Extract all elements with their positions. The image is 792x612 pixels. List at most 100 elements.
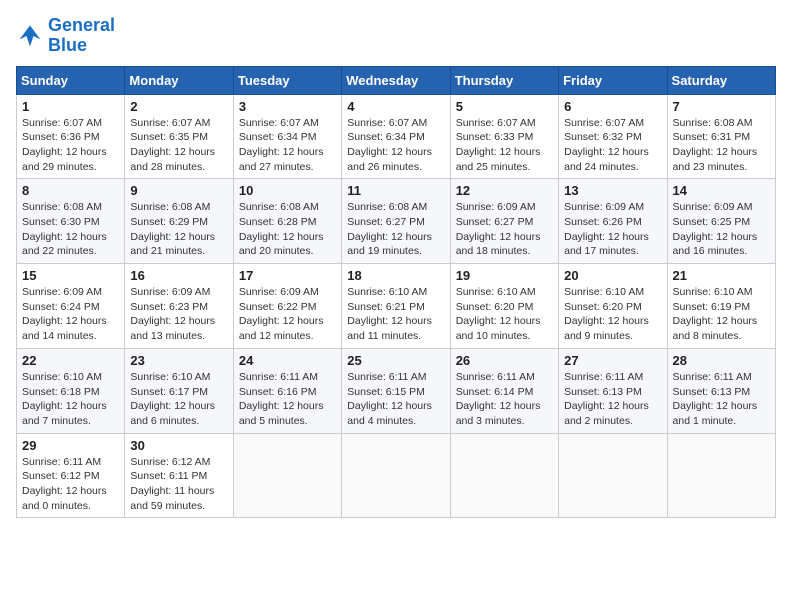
day-number: 13	[564, 183, 661, 198]
calendar-cell: 17 Sunrise: 6:09 AM Sunset: 6:22 PM Dayli…	[233, 264, 341, 349]
page-header: General Blue	[16, 16, 776, 56]
calendar-cell: 15Sunrise: 6:09 AM Sunset: 6:24 PM Dayli…	[17, 264, 125, 349]
day-info: Sunrise: 6:10 AM Sunset: 6:21 PM Dayligh…	[347, 285, 444, 344]
logo: General Blue	[16, 16, 115, 56]
day-info: Sunrise: 6:07 AM Sunset: 6:32 PM Dayligh…	[564, 116, 661, 175]
day-number: 30	[130, 438, 227, 453]
calendar-cell: 7 Sunrise: 6:08 AM Sunset: 6:31 PM Daylig…	[667, 94, 775, 179]
calendar-weekday-sunday: Sunday	[17, 66, 125, 94]
calendar-cell: 27 Sunrise: 6:11 AM Sunset: 6:13 PM Dayli…	[559, 348, 667, 433]
day-info: Sunrise: 6:11 AM Sunset: 6:12 PM Dayligh…	[22, 455, 119, 514]
day-number: 1	[22, 99, 119, 114]
calendar-weekday-wednesday: Wednesday	[342, 66, 450, 94]
day-info: Sunrise: 6:10 AM Sunset: 6:20 PM Dayligh…	[456, 285, 553, 344]
calendar-week-row: 1Sunrise: 6:07 AM Sunset: 6:36 PM Daylig…	[17, 94, 776, 179]
day-number: 17	[239, 268, 336, 283]
day-info: Sunrise: 6:09 AM Sunset: 6:25 PM Dayligh…	[673, 200, 770, 259]
day-info: Sunrise: 6:11 AM Sunset: 6:13 PM Dayligh…	[673, 370, 770, 429]
calendar-week-row: 15Sunrise: 6:09 AM Sunset: 6:24 PM Dayli…	[17, 264, 776, 349]
calendar-cell: 16 Sunrise: 6:09 AM Sunset: 6:23 PM Dayli…	[125, 264, 233, 349]
calendar-cell: 5 Sunrise: 6:07 AM Sunset: 6:33 PM Daylig…	[450, 94, 558, 179]
calendar-cell: 22 Sunrise: 6:10 AM Sunset: 6:18 PM Dayli…	[17, 348, 125, 433]
day-number: 12	[456, 183, 553, 198]
day-number: 8	[22, 183, 119, 198]
day-info: Sunrise: 6:11 AM Sunset: 6:13 PM Dayligh…	[564, 370, 661, 429]
calendar-cell: 1Sunrise: 6:07 AM Sunset: 6:36 PM Daylig…	[17, 94, 125, 179]
calendar-weekday-saturday: Saturday	[667, 66, 775, 94]
calendar-cell: 30 Sunrise: 6:12 AM Sunset: 6:11 PM Dayli…	[125, 433, 233, 518]
calendar-cell: 20 Sunrise: 6:10 AM Sunset: 6:20 PM Dayli…	[559, 264, 667, 349]
calendar-weekday-friday: Friday	[559, 66, 667, 94]
day-info: Sunrise: 6:09 AM Sunset: 6:24 PM Dayligh…	[22, 285, 119, 344]
calendar-cell: 9 Sunrise: 6:08 AM Sunset: 6:29 PM Daylig…	[125, 179, 233, 264]
day-number: 16	[130, 268, 227, 283]
calendar-cell: 23Sunrise: 6:10 AM Sunset: 6:17 PM Dayli…	[125, 348, 233, 433]
day-number: 9	[130, 183, 227, 198]
day-info: Sunrise: 6:08 AM Sunset: 6:28 PM Dayligh…	[239, 200, 336, 259]
day-number: 24	[239, 353, 336, 368]
logo-icon	[16, 22, 44, 50]
calendar-cell: 26 Sunrise: 6:11 AM Sunset: 6:14 PM Dayli…	[450, 348, 558, 433]
calendar-cell: 13 Sunrise: 6:09 AM Sunset: 6:26 PM Dayli…	[559, 179, 667, 264]
calendar-cell: 29Sunrise: 6:11 AM Sunset: 6:12 PM Dayli…	[17, 433, 125, 518]
day-number: 18	[347, 268, 444, 283]
day-info: Sunrise: 6:09 AM Sunset: 6:23 PM Dayligh…	[130, 285, 227, 344]
calendar-cell: 19 Sunrise: 6:10 AM Sunset: 6:20 PM Dayli…	[450, 264, 558, 349]
day-number: 5	[456, 99, 553, 114]
day-info: Sunrise: 6:07 AM Sunset: 6:34 PM Dayligh…	[347, 116, 444, 175]
day-number: 27	[564, 353, 661, 368]
calendar-cell: 11 Sunrise: 6:08 AM Sunset: 6:27 PM Dayli…	[342, 179, 450, 264]
day-number: 2	[130, 99, 227, 114]
calendar-cell: 6 Sunrise: 6:07 AM Sunset: 6:32 PM Daylig…	[559, 94, 667, 179]
day-number: 28	[673, 353, 770, 368]
calendar-cell	[233, 433, 341, 518]
calendar-table: SundayMondayTuesdayWednesdayThursdayFrid…	[16, 66, 776, 519]
calendar-cell: 2 Sunrise: 6:07 AM Sunset: 6:35 PM Daylig…	[125, 94, 233, 179]
day-info: Sunrise: 6:10 AM Sunset: 6:20 PM Dayligh…	[564, 285, 661, 344]
day-number: 21	[673, 268, 770, 283]
day-number: 19	[456, 268, 553, 283]
day-info: Sunrise: 6:08 AM Sunset: 6:27 PM Dayligh…	[347, 200, 444, 259]
calendar-weekday-thursday: Thursday	[450, 66, 558, 94]
day-info: Sunrise: 6:11 AM Sunset: 6:15 PM Dayligh…	[347, 370, 444, 429]
calendar-header-row: SundayMondayTuesdayWednesdayThursdayFrid…	[17, 66, 776, 94]
calendar-cell	[342, 433, 450, 518]
day-info: Sunrise: 6:10 AM Sunset: 6:17 PM Dayligh…	[130, 370, 227, 429]
calendar-week-row: 22 Sunrise: 6:10 AM Sunset: 6:18 PM Dayli…	[17, 348, 776, 433]
calendar-cell: 28 Sunrise: 6:11 AM Sunset: 6:13 PM Dayli…	[667, 348, 775, 433]
calendar-cell: 24 Sunrise: 6:11 AM Sunset: 6:16 PM Dayli…	[233, 348, 341, 433]
day-info: Sunrise: 6:07 AM Sunset: 6:35 PM Dayligh…	[130, 116, 227, 175]
calendar-body: 1Sunrise: 6:07 AM Sunset: 6:36 PM Daylig…	[17, 94, 776, 518]
calendar-cell: 3 Sunrise: 6:07 AM Sunset: 6:34 PM Daylig…	[233, 94, 341, 179]
day-info: Sunrise: 6:10 AM Sunset: 6:18 PM Dayligh…	[22, 370, 119, 429]
day-number: 26	[456, 353, 553, 368]
calendar-cell: 10 Sunrise: 6:08 AM Sunset: 6:28 PM Dayli…	[233, 179, 341, 264]
day-info: Sunrise: 6:09 AM Sunset: 6:27 PM Dayligh…	[456, 200, 553, 259]
calendar-cell: 12 Sunrise: 6:09 AM Sunset: 6:27 PM Dayli…	[450, 179, 558, 264]
day-info: Sunrise: 6:08 AM Sunset: 6:30 PM Dayligh…	[22, 200, 119, 259]
calendar-cell: 25Sunrise: 6:11 AM Sunset: 6:15 PM Dayli…	[342, 348, 450, 433]
day-info: Sunrise: 6:11 AM Sunset: 6:16 PM Dayligh…	[239, 370, 336, 429]
calendar-cell: 14 Sunrise: 6:09 AM Sunset: 6:25 PM Dayli…	[667, 179, 775, 264]
day-info: Sunrise: 6:08 AM Sunset: 6:31 PM Dayligh…	[673, 116, 770, 175]
day-number: 6	[564, 99, 661, 114]
day-info: Sunrise: 6:12 AM Sunset: 6:11 PM Dayligh…	[130, 455, 227, 514]
day-number: 11	[347, 183, 444, 198]
day-number: 10	[239, 183, 336, 198]
day-number: 3	[239, 99, 336, 114]
calendar-cell: 4 Sunrise: 6:07 AM Sunset: 6:34 PM Daylig…	[342, 94, 450, 179]
day-number: 14	[673, 183, 770, 198]
day-number: 7	[673, 99, 770, 114]
day-number: 20	[564, 268, 661, 283]
day-number: 22	[22, 353, 119, 368]
day-info: Sunrise: 6:07 AM Sunset: 6:33 PM Dayligh…	[456, 116, 553, 175]
calendar-week-row: 8 Sunrise: 6:08 AM Sunset: 6:30 PM Daylig…	[17, 179, 776, 264]
day-info: Sunrise: 6:09 AM Sunset: 6:26 PM Dayligh…	[564, 200, 661, 259]
day-info: Sunrise: 6:08 AM Sunset: 6:29 PM Dayligh…	[130, 200, 227, 259]
calendar-week-row: 29Sunrise: 6:11 AM Sunset: 6:12 PM Dayli…	[17, 433, 776, 518]
day-info: Sunrise: 6:09 AM Sunset: 6:22 PM Dayligh…	[239, 285, 336, 344]
day-number: 4	[347, 99, 444, 114]
calendar-cell	[559, 433, 667, 518]
day-info: Sunrise: 6:07 AM Sunset: 6:34 PM Dayligh…	[239, 116, 336, 175]
day-info: Sunrise: 6:11 AM Sunset: 6:14 PM Dayligh…	[456, 370, 553, 429]
